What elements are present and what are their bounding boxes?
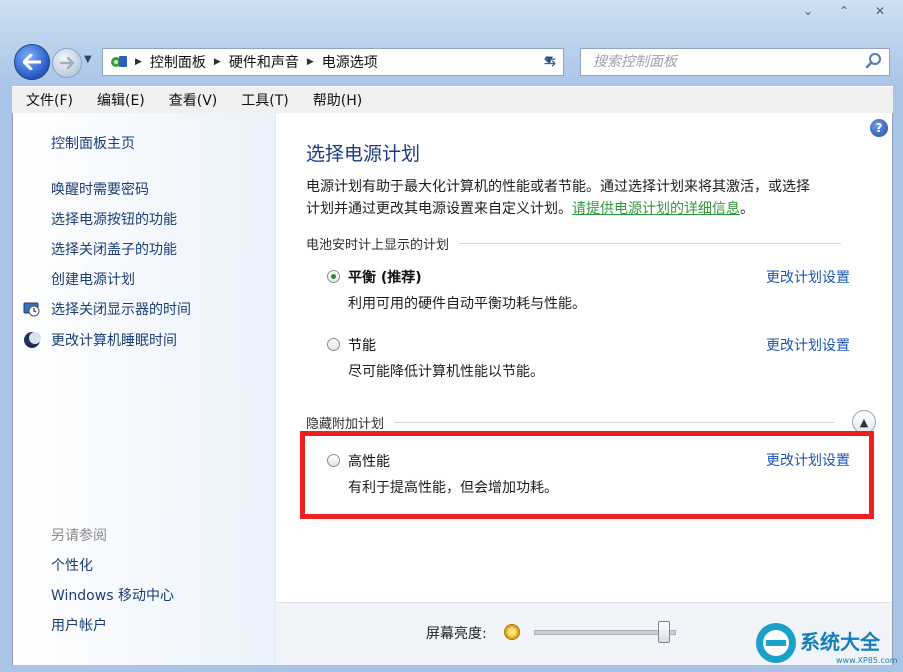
monitor-clock-icon <box>23 302 40 317</box>
group-header-label: 电池安时计上显示的计划 <box>306 238 450 253</box>
caption-buttons: ⌄ ⌃ ✕ <box>793 2 895 20</box>
highlight-annotation-box <box>300 431 874 519</box>
sidebar-item-mobility-center[interactable]: Windows 移动中心 <box>51 585 174 605</box>
recent-pages-dropdown[interactable]: ▼ <box>84 54 96 66</box>
plan-balanced-radio[interactable] <box>327 270 340 283</box>
maximize-button[interactable]: ⌃ <box>829 2 859 20</box>
watermark-url: www.XP85.com <box>836 656 898 665</box>
sidebar-item-create-plan[interactable]: 创建电源计划 <box>51 269 135 289</box>
control-panel-icon <box>103 49 133 75</box>
hidden-plans-group-header[interactable]: 隐藏附加计划 <box>306 413 835 432</box>
change-plan-settings-link[interactable]: 更改计划设置 <box>766 267 850 287</box>
sidebar-item-display-off[interactable]: 选择关闭显示器的时间 <box>51 299 191 319</box>
close-button[interactable]: ✕ <box>865 2 895 20</box>
change-plan-settings-link[interactable]: 更改计划设置 <box>766 335 850 355</box>
task-sidebar: 控制面板主页 唤醒时需要密码 选择电源按钮的功能 选择关闭盖子的功能 创建电源计… <box>13 113 276 665</box>
menu-file[interactable]: 文件(F) <box>12 90 83 110</box>
search-input[interactable] <box>581 50 855 74</box>
address-bar[interactable]: ▶ 控制面板 ▶ 硬件和声音 ▶ 电源选项 ▼ <box>102 48 564 76</box>
sidebar-item-user-accounts[interactable]: 用户帐户 <box>51 615 107 635</box>
sidebar-item-lid-close[interactable]: 选择关闭盖子的功能 <box>51 239 177 259</box>
sidebar-item-sleep-time[interactable]: 更改计算机睡眠时间 <box>51 330 177 350</box>
brightness-sun-icon <box>504 624 520 640</box>
group-divider <box>394 422 835 423</box>
refresh-icon[interactable]: ⇆ <box>536 48 564 74</box>
plan-power-saver-name[interactable]: 节能 <box>348 335 376 355</box>
description-line-2: 计划并通过更改其电源设置来自定义计划。 <box>306 201 572 217</box>
menu-bar: 文件(F) 编辑(E) 查看(V) 工具(T) 帮助(H) <box>12 86 893 114</box>
description-line-1: 电源计划有助于最大化计算机的性能或者节能。通过选择计划来将其激活，或选择 <box>306 179 810 195</box>
see-also-heading: 另请参阅 <box>51 528 107 544</box>
menu-help[interactable]: 帮助(H) <box>299 90 372 110</box>
help-icon[interactable]: ? <box>870 119 888 137</box>
description-end: 。 <box>740 201 754 217</box>
menu-edit[interactable]: 编辑(E) <box>83 90 155 110</box>
plan-details-link[interactable]: 请提供电源计划的详细信息 <box>572 201 740 217</box>
arrow-left-icon <box>23 54 41 70</box>
window-frame: ⌄ ⌃ ✕ ▼ ▶ 控制面板 ▶ 硬件和声音 ▶ 电源选项 ▼ ⇆ 搜索控制面板… <box>0 0 903 672</box>
group-header-label[interactable]: 隐藏附加计划 <box>306 413 384 432</box>
breadcrumb-separator[interactable]: ▶ <box>212 57 223 67</box>
arrow-right-icon <box>60 57 74 69</box>
sidebar-item-wake-password[interactable]: 唤醒时需要密码 <box>51 179 149 199</box>
breadcrumb-hardware-sound[interactable]: 硬件和声音 <box>223 49 305 75</box>
menu-tools[interactable]: 工具(T) <box>227 90 298 110</box>
search-box[interactable] <box>580 48 890 76</box>
breadcrumb-control-panel[interactable]: 控制面板 <box>144 49 212 75</box>
plan-balanced-desc: 利用可用的硬件自动平衡功耗与性能。 <box>348 296 586 312</box>
brightness-label: 屏幕亮度: <box>426 626 487 642</box>
brightness-slider-track[interactable] <box>534 630 676 635</box>
back-button[interactable] <box>14 44 50 80</box>
watermark-logo: 系统大全 www.XP85.com <box>756 623 898 665</box>
page-title: 选择电源计划 <box>306 143 421 165</box>
brightness-bar: 屏幕亮度: 系统大全 www.XP85.com <box>276 602 898 665</box>
plan-balanced-name[interactable]: 平衡 (推荐) <box>348 267 422 287</box>
page-description: 电源计划有助于最大化计算机的性能或者节能。通过选择计划来将其激活，或选择 计划并… <box>306 176 878 220</box>
sidebar-home-link[interactable]: 控制面板主页 <box>51 133 135 153</box>
battery-plans-group-header: 电池安时计上显示的计划 <box>306 234 842 253</box>
forward-button[interactable] <box>52 48 82 78</box>
breadcrumb-power-options[interactable]: 电源选项 <box>316 49 384 75</box>
navigation-bar: ▼ ▶ 控制面板 ▶ 硬件和声音 ▶ 电源选项 ▼ ⇆ <box>10 40 895 84</box>
brightness-slider-thumb[interactable] <box>657 621 670 643</box>
breadcrumb-separator[interactable]: ▶ <box>133 57 144 67</box>
plan-power-saver-radio[interactable] <box>327 338 340 351</box>
content-area: 控制面板主页 唤醒时需要密码 选择电源按钮的功能 选择关闭盖子的功能 创建电源计… <box>12 113 898 665</box>
watermark-text: 系统大全 <box>800 630 881 654</box>
sidebar-item-power-button[interactable]: 选择电源按钮的功能 <box>51 209 177 229</box>
plan-power-saver-desc: 尽可能降低计算机性能以节能。 <box>348 364 544 380</box>
minimize-button[interactable]: ⌄ <box>793 2 823 20</box>
sleep-moon-icon <box>24 332 41 348</box>
group-divider <box>459 243 842 244</box>
menu-view[interactable]: 查看(V) <box>155 90 228 110</box>
search-icon[interactable] <box>865 52 883 70</box>
sidebar-item-personalize[interactable]: 个性化 <box>51 555 93 575</box>
breadcrumb-separator[interactable]: ▶ <box>305 57 316 67</box>
main-panel: ? 选择电源计划 电源计划有助于最大化计算机的性能或者节能。通过选择计划来将其激… <box>276 113 898 665</box>
